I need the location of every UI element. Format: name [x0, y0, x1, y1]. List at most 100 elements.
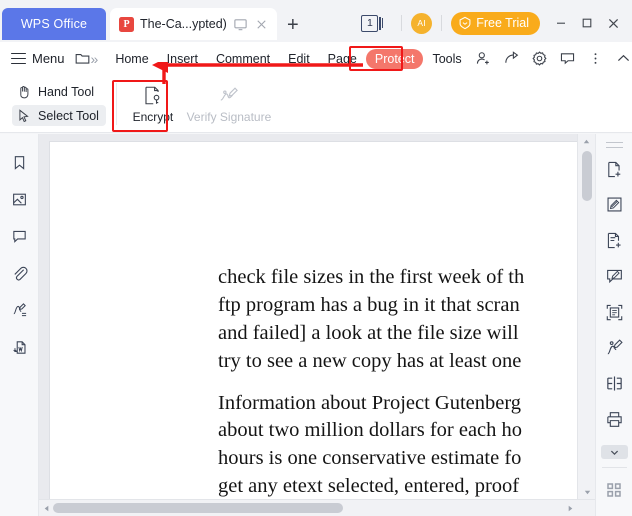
free-trial-button[interactable]: Free Trial — [451, 11, 540, 35]
scroll-right-arrow[interactable] — [563, 504, 577, 513]
verify-signature-button[interactable]: Verify Signature — [185, 79, 273, 129]
divider — [441, 15, 443, 31]
feedback-icon[interactable] — [555, 46, 581, 72]
page-count-value: 1 — [361, 14, 379, 32]
grid-apps-icon[interactable] — [603, 480, 625, 500]
signature-icon[interactable] — [9, 300, 29, 320]
text-line: about two million dollars for each ho — [218, 419, 523, 442]
tab-tools[interactable]: Tools — [423, 49, 470, 69]
ocr-scan-icon[interactable] — [603, 302, 625, 322]
left-sidebar — [0, 134, 39, 516]
page-count-indicator[interactable]: 1 — [361, 14, 384, 32]
pdf-page-text: check file sizes in the first week of th… — [218, 264, 595, 501]
edit-document-icon[interactable] — [603, 195, 625, 215]
document-tab-title: The-Ca...ypted) — [140, 17, 227, 31]
horizontal-scrollbar[interactable] — [39, 499, 595, 516]
maximize-button[interactable] — [574, 10, 600, 36]
text-line: hours is one conservative estimate fo — [218, 447, 522, 470]
sidebar-grip-handle[interactable] — [605, 142, 623, 149]
comment-edit-icon[interactable] — [603, 266, 625, 286]
tab-insert[interactable]: Insert — [158, 49, 207, 69]
brand-label: WPS Office — [20, 17, 88, 31]
encrypt-label: Encrypt — [132, 109, 174, 124]
share-icon[interactable] — [499, 46, 525, 72]
menu-label: Menu — [32, 51, 65, 66]
hand-icon — [20, 85, 29, 98]
wps-office-brand-button[interactable]: WPS Office — [2, 8, 106, 40]
expand-more-tools-button[interactable] — [600, 445, 628, 460]
hamburger-icon — [11, 53, 26, 64]
vertical-scrollbar-thumb[interactable] — [582, 151, 592, 201]
crown-badge-icon — [459, 16, 471, 30]
document-viewport[interactable]: check file sizes in the first week of th… — [39, 134, 595, 516]
titlebar-right-group: 1 AI Free Trial — [361, 7, 632, 39]
tab-protect[interactable]: Protect — [365, 48, 424, 69]
settings-gear-icon[interactable] — [527, 46, 553, 72]
free-trial-label: Free Trial — [476, 16, 529, 30]
tab-edit[interactable]: Edit — [279, 49, 319, 69]
horizontal-scrollbar-thumb[interactable] — [53, 503, 343, 513]
new-document-icon[interactable] — [603, 159, 625, 179]
attachment-icon[interactable] — [9, 263, 29, 283]
chevron-double-right-icon[interactable]: » — [91, 46, 99, 72]
split-view-icon[interactable] — [603, 374, 625, 394]
verify-signature-icon — [221, 86, 239, 101]
divider — [401, 15, 403, 31]
add-user-icon[interactable] — [471, 46, 497, 72]
text-line: ftp program has a bug in it that scran — [218, 293, 520, 316]
image-icon[interactable] — [9, 189, 29, 209]
folder-open-icon[interactable] — [74, 46, 91, 72]
text-line: try to see a new copy has at least one — [218, 349, 522, 372]
collapse-ribbon-icon[interactable] — [611, 46, 632, 72]
paragraph-1: check file sizes in the first week of th… — [218, 264, 595, 376]
minimize-button[interactable] — [548, 10, 574, 36]
new-tab-label: + — [287, 13, 299, 36]
ribbon-right-icons — [471, 46, 632, 72]
divider — [601, 467, 627, 469]
comment-icon[interactable] — [9, 226, 29, 246]
export-to-word-icon[interactable] — [9, 337, 29, 357]
tool-selection-group: Hand Tool Select Tool — [0, 81, 116, 126]
hand-tool-button[interactable]: Hand Tool — [12, 81, 106, 102]
close-window-button[interactable] — [600, 10, 626, 36]
scroll-down-arrow[interactable] — [578, 485, 595, 499]
divider — [115, 82, 117, 125]
ribbon-tabs: Home Insert Comment Edit Page Protect To… — [106, 48, 470, 69]
verify-signature-label: Verify Signature — [186, 109, 272, 124]
ai-label: AI — [417, 18, 427, 28]
text-line: and failed] a look at the file size will — [218, 321, 519, 344]
text-line: get any etext selected, entered, proof — [218, 475, 520, 498]
right-sidebar — [595, 134, 632, 516]
text-line: check file sizes in the first week of th — [218, 266, 525, 288]
bookmark-icon[interactable] — [9, 152, 29, 172]
pdf-icon: P — [119, 16, 134, 32]
hand-tool-label: Hand Tool — [38, 84, 95, 99]
document-tab[interactable]: P The-Ca...ypted) — [110, 8, 277, 40]
tab-home[interactable]: Home — [106, 49, 157, 69]
close-icon[interactable] — [254, 17, 269, 32]
monitor-icon[interactable] — [233, 17, 248, 32]
chevron-down-icon — [610, 450, 618, 455]
tab-page[interactable]: Page — [319, 49, 366, 69]
vertical-scrollbar[interactable] — [577, 134, 595, 499]
scroll-up-arrow[interactable] — [578, 134, 595, 148]
select-tool-button[interactable]: Select Tool — [12, 105, 106, 126]
encrypt-button[interactable]: Encrypt — [125, 79, 181, 129]
scroll-left-arrow[interactable] — [39, 504, 53, 513]
wps-office-window: WPS Office P The-Ca...ypted) + 1 AI Free… — [0, 0, 632, 516]
menu-button[interactable]: Menu — [0, 51, 74, 66]
page-stack-icon — [379, 16, 384, 30]
add-page-icon[interactable] — [603, 231, 625, 251]
pdf-page: check file sizes in the first week of th… — [50, 142, 577, 499]
new-tab-button[interactable]: + — [279, 10, 307, 40]
protect-toolbar: Hand Tool Select Tool Encrypt Verify Sig… — [0, 75, 632, 133]
ai-button[interactable]: AI — [411, 12, 433, 34]
paragraph-2: Information about Project Gutenberg abou… — [218, 390, 595, 502]
more-vertical-icon[interactable] — [583, 46, 609, 72]
select-tool-label: Select Tool — [38, 108, 99, 123]
cursor-arrow-icon — [19, 108, 29, 122]
annotate-pen-icon[interactable] — [603, 338, 625, 358]
print-icon[interactable] — [603, 409, 625, 429]
tab-comment[interactable]: Comment — [207, 49, 279, 69]
title-bar: WPS Office P The-Ca...ypted) + 1 AI Free… — [0, 0, 632, 42]
